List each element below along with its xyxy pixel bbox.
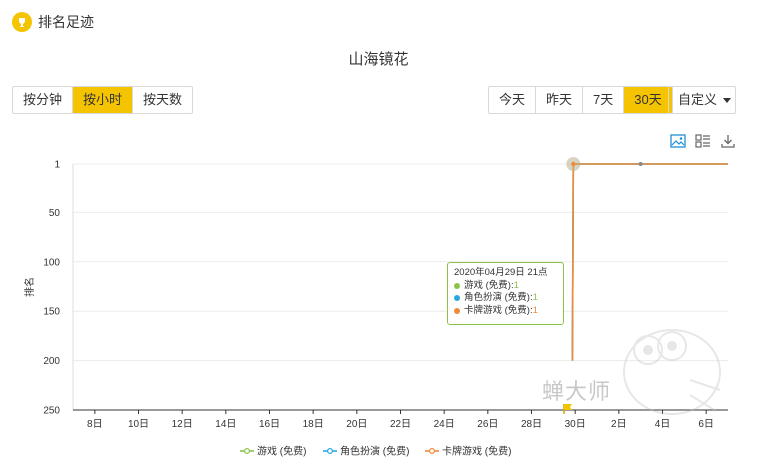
y-tick-label: 200: [43, 356, 60, 367]
series-dot-icon: [454, 307, 460, 314]
x-tick-label: 6日: [698, 419, 714, 430]
tooltip-label: 游戏 (免费): [464, 279, 511, 291]
x-tick-label: 28日: [521, 419, 542, 430]
y-tick-label: 250: [43, 406, 60, 417]
legend-label: 角色扮演 (免费): [340, 445, 409, 458]
y-tick-label: 50: [49, 208, 61, 219]
x-tick-label: 16日: [259, 419, 280, 430]
x-axis: 8日 10日 12日 14日 16日 18日 20日 22日 24日 26日 28日 30日 2日 4日 6…: [87, 410, 714, 430]
legend-item: 卡牌游戏 (免费): [425, 445, 511, 458]
y-axis-label: 排名: [23, 277, 36, 297]
chart-tooltip: 2020年04月29日 21点 游戏 (免费): 1 角色扮演 (免费): 1 …: [447, 262, 564, 325]
legend-item: 游戏 (免费): [240, 445, 306, 458]
ranking-chart: 150100150200250排名 8日 10日 12日 14日 16日 18日 20日 22…: [23, 157, 728, 458]
x-tick-label: 2日: [611, 419, 627, 430]
tooltip-row: 游戏 (免费): 1: [454, 280, 557, 293]
tooltip-value: 1: [532, 304, 538, 316]
tooltip-label: 角色扮演 (免费): [464, 292, 530, 303]
x-tick-label: 12日: [172, 419, 193, 430]
x-tick-label: 4日: [655, 419, 671, 430]
chart-series: [566, 157, 728, 361]
x-tick-label: 30日: [565, 419, 586, 430]
x-tick-label: 26日: [477, 419, 498, 430]
legend-label: 卡牌游戏 (免费): [442, 445, 511, 458]
tooltip-row: 卡牌游戏 (免费): 1: [454, 305, 557, 318]
series-dot-icon: [454, 282, 460, 289]
x-tick-label: 14日: [215, 419, 236, 430]
x-tick-label: 20日: [346, 419, 367, 430]
watermark: 蝉大师: [542, 379, 612, 404]
y-axis: 150100150200250排名: [23, 160, 60, 417]
tooltip-time: 2020年04月29日 21点: [454, 267, 548, 278]
chart-legend: 游戏 (免费) 角色扮演 (免费) 卡牌游戏 (免费): [240, 445, 511, 458]
y-tick-label: 150: [43, 307, 60, 318]
chart-grid: [72, 163, 728, 411]
mascot-watermark-icon: [623, 329, 721, 415]
legend-item: 角色扮演 (免费): [323, 445, 409, 458]
data-point: [571, 161, 576, 167]
x-tick-label: 10日: [128, 419, 149, 430]
data-point: [638, 162, 643, 166]
x-tick-label: 8日: [87, 419, 103, 430]
legend-label: 游戏 (免费): [257, 445, 306, 458]
x-tick-label: 18日: [303, 419, 324, 430]
tooltip-label: 卡牌游戏 (免费): [464, 304, 530, 316]
x-tick-label: 22日: [390, 419, 411, 430]
x-tick-label: 24日: [434, 419, 455, 430]
series-dot-icon: [454, 295, 460, 302]
y-tick-label: 100: [43, 257, 60, 268]
tooltip-row: 角色扮演 (免费): 1: [454, 292, 557, 305]
tooltip-value: 1: [532, 292, 538, 303]
tooltip-value: 1: [513, 279, 519, 291]
y-tick-label: 1: [54, 160, 60, 171]
